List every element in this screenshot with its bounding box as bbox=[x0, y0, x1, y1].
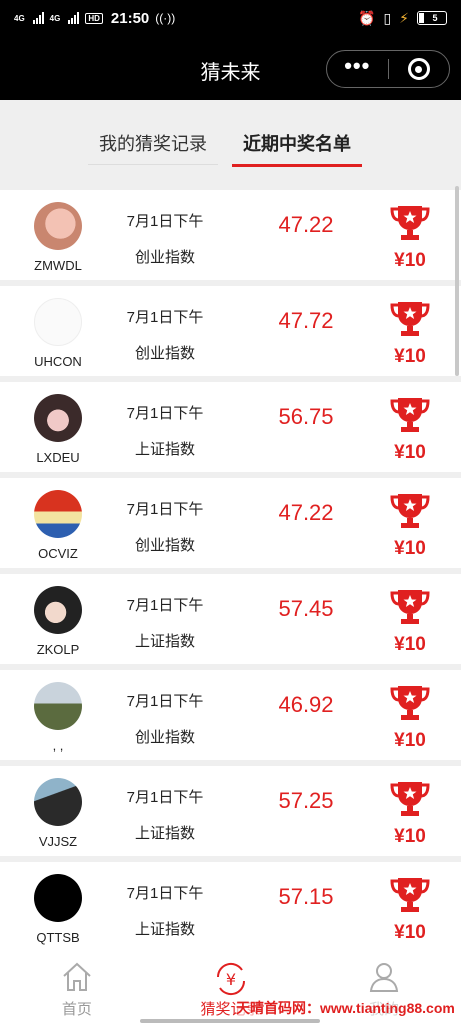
winner-date: 7月1日下午 bbox=[126, 405, 204, 422]
winner-name: LXDEU bbox=[36, 450, 80, 465]
avatar bbox=[34, 586, 82, 634]
avatar bbox=[34, 394, 82, 442]
tab-bar: 我的猜奖记录 近期中奖名单 bbox=[0, 100, 461, 186]
tab-my-records[interactable]: 我的猜奖记录 bbox=[88, 130, 218, 165]
winner-index: 创业指数 bbox=[134, 537, 195, 554]
winner-date: 7月1日下午 bbox=[126, 885, 204, 902]
alarm-icon: ⏰ bbox=[358, 9, 376, 26]
winner-index: 上证指数 bbox=[134, 825, 195, 842]
network-type-2: 4G bbox=[49, 13, 61, 23]
winner-value: 57.15 bbox=[278, 884, 334, 909]
close-button[interactable] bbox=[389, 58, 450, 80]
trophy-icon bbox=[390, 302, 430, 336]
avatar bbox=[34, 874, 82, 922]
winner-date: 7月1日下午 bbox=[126, 789, 204, 806]
winner-value: 46.92 bbox=[278, 692, 334, 717]
trophy-icon bbox=[390, 206, 430, 240]
scrollbar[interactable] bbox=[455, 186, 459, 376]
winner-date: 7月1日下午 bbox=[126, 213, 204, 230]
winner-index: 创业指数 bbox=[134, 345, 195, 362]
winner-prize: ¥10 bbox=[394, 730, 426, 751]
winner-index: 创业指数 bbox=[134, 729, 195, 746]
winner-name: QTTSB bbox=[36, 930, 80, 945]
more-button[interactable]: ••• bbox=[327, 55, 388, 77]
svg-text:¥: ¥ bbox=[225, 970, 235, 989]
winner-date: 7月1日下午 bbox=[126, 693, 204, 710]
miniprogram-capsule: ••• bbox=[326, 50, 450, 88]
winner-row[interactable]: OCVIZ 7月1日下午 创业指数 47.22 ¥10 bbox=[0, 478, 461, 568]
avatar bbox=[34, 778, 82, 826]
winner-name: ZMWDL bbox=[34, 258, 82, 273]
winner-date: 7月1日下午 bbox=[126, 597, 204, 614]
winner-row[interactable]: QTTSB 7月1日下午 上证指数 57.15 ¥10 bbox=[0, 862, 461, 952]
network-type: 4G bbox=[14, 13, 25, 23]
winner-row[interactable]: ZKOLP 7月1日下午 上证指数 57.45 ¥10 bbox=[0, 574, 461, 664]
trophy-icon bbox=[390, 494, 430, 528]
trophy-icon bbox=[390, 686, 430, 720]
home-icon bbox=[63, 962, 91, 991]
winner-prize: ¥10 bbox=[394, 826, 426, 847]
watermark-text: 天晴首码网：www.tianting88.com bbox=[236, 998, 455, 1018]
winner-row[interactable]: , , 7月1日下午 创业指数 46.92 ¥10 bbox=[0, 670, 461, 760]
title-bar: 猜未来 ••• bbox=[0, 36, 461, 100]
home-indicator[interactable] bbox=[140, 1019, 320, 1023]
trophy-icon bbox=[390, 590, 430, 624]
avatar bbox=[34, 682, 82, 730]
winner-date: 7月1日下午 bbox=[126, 501, 204, 518]
charging-icon: ⚡ bbox=[399, 9, 409, 26]
battery-icon: 5 bbox=[417, 11, 447, 25]
avatar bbox=[34, 298, 82, 346]
winner-row[interactable]: ZMWDL 7月1日下午 创业指数 47.22 ¥10 bbox=[0, 190, 461, 280]
user-icon bbox=[370, 963, 399, 992]
tab-recent-winners[interactable]: 近期中奖名单 bbox=[232, 130, 362, 167]
winner-prize: ¥10 bbox=[394, 346, 426, 367]
avatar bbox=[34, 490, 82, 538]
winner-value: 47.22 bbox=[278, 500, 334, 525]
hotspot-icon: ((·)) bbox=[155, 11, 176, 25]
winner-prize: ¥10 bbox=[394, 250, 426, 271]
signal-icon bbox=[32, 12, 44, 24]
winner-value: 57.45 bbox=[278, 596, 334, 621]
winner-index: 上证指数 bbox=[134, 441, 195, 458]
status-bar: 4G 4G HD 21:50 ((·)) ⏰ ▯ ⚡ 5 bbox=[0, 0, 461, 36]
winner-name: VJJSZ bbox=[38, 834, 78, 849]
winner-list: ZMWDL 7月1日下午 创业指数 47.22 ¥10 UHCON 7月1日下午… bbox=[0, 190, 461, 958]
winner-name: ZKOLP bbox=[36, 642, 80, 657]
nav-home-label: 首页 bbox=[61, 1001, 92, 1018]
winner-prize: ¥10 bbox=[394, 634, 426, 655]
winner-value: 56.75 bbox=[278, 404, 334, 429]
winner-value: 47.72 bbox=[278, 308, 334, 333]
nav-home[interactable]: 首页 bbox=[0, 950, 154, 1024]
signal-icon-2 bbox=[68, 12, 80, 24]
winner-index: 创业指数 bbox=[134, 249, 195, 266]
yuan-refresh-icon: ¥ bbox=[216, 962, 245, 996]
avatar bbox=[34, 202, 82, 250]
winner-index: 上证指数 bbox=[134, 921, 195, 938]
winner-name: OCVIZ bbox=[38, 546, 78, 561]
winner-prize: ¥10 bbox=[394, 538, 426, 559]
winner-name: UHCON bbox=[34, 354, 82, 369]
target-icon bbox=[407, 58, 430, 80]
winner-index: 上证指数 bbox=[134, 633, 195, 650]
winner-row[interactable]: VJJSZ 7月1日下午 上证指数 57.25 ¥10 bbox=[0, 766, 461, 856]
winner-prize: ¥10 bbox=[394, 922, 426, 943]
vibrate-icon: ▯ bbox=[383, 9, 392, 26]
winner-name: , , bbox=[52, 738, 64, 753]
trophy-icon bbox=[390, 398, 430, 432]
hd-badge: HD bbox=[85, 12, 103, 24]
winner-row[interactable]: UHCON 7月1日下午 创业指数 47.72 ¥10 bbox=[0, 286, 461, 376]
battery-level: 5 bbox=[432, 13, 438, 23]
trophy-icon bbox=[390, 782, 430, 816]
trophy-icon bbox=[390, 878, 430, 912]
winner-prize: ¥10 bbox=[394, 442, 426, 463]
status-time: 21:50 bbox=[110, 9, 150, 27]
winner-date: 7月1日下午 bbox=[126, 309, 204, 326]
winner-value: 47.22 bbox=[278, 212, 334, 237]
winner-value: 57.25 bbox=[278, 788, 334, 813]
winner-row[interactable]: LXDEU 7月1日下午 上证指数 56.75 ¥10 bbox=[0, 382, 461, 472]
